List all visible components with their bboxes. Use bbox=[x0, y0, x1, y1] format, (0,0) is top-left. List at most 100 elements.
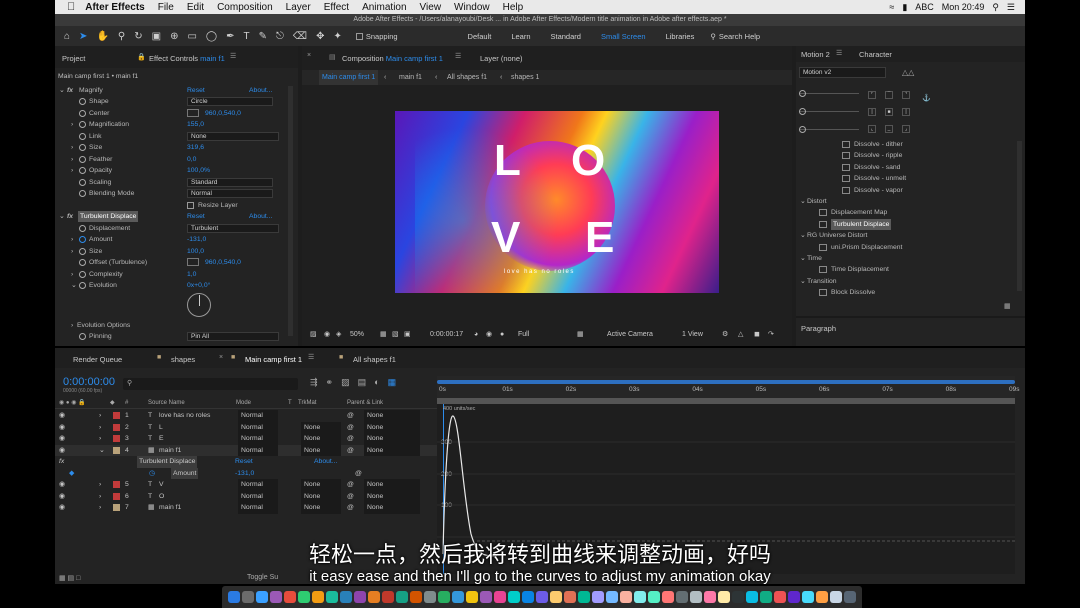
dock-app-icon[interactable] bbox=[396, 591, 408, 603]
selection-tool-icon[interactable]: ➤ bbox=[79, 31, 87, 42]
parent-select[interactable]: None bbox=[364, 490, 420, 502]
dock-app-icon[interactable] bbox=[718, 591, 730, 603]
panel-menu-icon[interactable]: ☰ bbox=[836, 49, 842, 57]
chevron-right-icon[interactable]: › bbox=[99, 422, 101, 434]
effects-group[interactable]: ⌄ Transition bbox=[796, 276, 1016, 287]
parent-select[interactable]: None bbox=[364, 421, 420, 433]
parent-select[interactable]: None bbox=[364, 410, 420, 422]
shape-select[interactable]: Circle bbox=[187, 97, 273, 106]
anchor-right[interactable]: | bbox=[902, 108, 910, 116]
anchor-tool-icon[interactable]: ⚓ bbox=[922, 94, 931, 102]
visibility-icon[interactable]: ◉ bbox=[59, 433, 65, 445]
dock-app-icon[interactable] bbox=[522, 591, 534, 603]
search-help[interactable]: ⚲ Search Help bbox=[710, 32, 760, 41]
pan-behind-tool-icon[interactable]: ⊕ bbox=[170, 31, 178, 42]
chevron-right-icon[interactable]: › bbox=[71, 165, 73, 176]
col-trkmat[interactable]: TrkMat bbox=[298, 398, 316, 409]
dock-app-icon[interactable] bbox=[480, 591, 492, 603]
chevron-right-icon[interactable]: › bbox=[71, 119, 73, 130]
mask-toggle-icon[interactable]: ◉ bbox=[324, 328, 330, 342]
dock-app-icon[interactable] bbox=[312, 591, 324, 603]
stopwatch-icon[interactable] bbox=[79, 333, 86, 340]
layer-search-input[interactable]: ⚲ bbox=[123, 378, 298, 390]
graph-editor-icon[interactable]: ▦ bbox=[388, 377, 405, 387]
brush-tool-icon[interactable]: ✎ bbox=[259, 31, 267, 42]
menu-view[interactable]: View bbox=[420, 2, 442, 13]
workspace-libraries[interactable]: Libraries bbox=[666, 32, 695, 41]
turbulent-name[interactable]: Turbulent Displace bbox=[78, 211, 139, 222]
pickwhip-icon[interactable]: @ bbox=[347, 502, 354, 514]
menu-animation[interactable]: Animation bbox=[362, 2, 406, 13]
tab-render-queue[interactable]: Render Queue bbox=[73, 355, 122, 364]
menu-edit[interactable]: Edit bbox=[187, 2, 204, 13]
panel-menu-icon[interactable]: ☰ bbox=[308, 353, 314, 361]
visibility-icon[interactable]: ◉ bbox=[59, 445, 65, 457]
snapping-checkbox[interactable] bbox=[355, 32, 363, 40]
layer-color-label[interactable] bbox=[113, 412, 120, 419]
dock-app-icon[interactable] bbox=[774, 591, 786, 603]
effects-list-item[interactable]: Dissolve - vapor bbox=[796, 185, 1016, 196]
menu-app-name[interactable]: After Effects bbox=[85, 2, 144, 13]
layer-color-label[interactable] bbox=[113, 446, 120, 454]
roto-brush-icon[interactable]: ✥ bbox=[316, 31, 324, 42]
dock-app-icon[interactable] bbox=[536, 591, 548, 603]
slider-knob[interactable] bbox=[799, 108, 806, 115]
layer-name[interactable]: L bbox=[159, 422, 163, 434]
zoom-select[interactable]: 50% bbox=[350, 328, 364, 342]
effects-list-item[interactable]: Time Displacement bbox=[796, 264, 1016, 275]
input-source[interactable]: ABC bbox=[915, 2, 934, 12]
chevron-right-icon[interactable]: › bbox=[99, 502, 101, 514]
anchor-bottom[interactable]: _ bbox=[885, 125, 893, 133]
blend-mode-select[interactable]: Normal bbox=[238, 410, 278, 422]
effects-list-item[interactable]: Dissolve - sand bbox=[796, 162, 1016, 173]
dock-app-icon[interactable] bbox=[788, 591, 800, 603]
visibility-icon[interactable]: ◉ bbox=[59, 491, 65, 503]
effects-list-item[interactable]: uni.Prism Displacement bbox=[796, 242, 1016, 253]
draft-3d-icon[interactable]: ⚭ bbox=[326, 377, 342, 387]
dock-app-icon[interactable] bbox=[508, 591, 520, 603]
effect-name[interactable]: Turbulent Displace bbox=[137, 456, 198, 468]
layer-name[interactable]: main f1 bbox=[159, 445, 181, 457]
wifi-icon[interactable]: ≈ bbox=[889, 2, 894, 12]
stopwatch-icon[interactable] bbox=[79, 167, 86, 174]
always-preview-icon[interactable]: ▨ bbox=[310, 328, 317, 342]
lock-icon[interactable]: 🔒 bbox=[137, 53, 146, 61]
stopwatch-icon[interactable] bbox=[79, 109, 86, 117]
expression-pickwhip-icon[interactable]: @ bbox=[355, 468, 362, 480]
dock-app-icon[interactable] bbox=[494, 591, 506, 603]
col-source[interactable]: Source Name bbox=[148, 398, 185, 409]
blending-mode-select[interactable]: Normal bbox=[187, 189, 273, 198]
tab-all-shapes[interactable]: All shapes f1 bbox=[353, 355, 396, 364]
dock-app-icon[interactable] bbox=[340, 591, 352, 603]
dock-app-icon[interactable] bbox=[634, 591, 646, 603]
chevron-right-icon[interactable]: › bbox=[99, 491, 101, 503]
layer-color-label[interactable] bbox=[113, 481, 120, 488]
dock-app-icon[interactable] bbox=[802, 591, 814, 603]
complexity-value[interactable]: 1,0 bbox=[187, 269, 196, 280]
workspace-learn[interactable]: Learn bbox=[511, 32, 530, 41]
visibility-icon[interactable]: ◉ bbox=[59, 410, 65, 422]
stopwatch-icon[interactable] bbox=[79, 132, 86, 140]
hand-tool-icon[interactable]: ✋ bbox=[96, 31, 108, 42]
dock-app-icon[interactable] bbox=[564, 591, 576, 603]
tab-main-camp[interactable]: Main camp first 1 bbox=[245, 355, 302, 364]
breadcrumb-item[interactable]: All shapes f1 bbox=[447, 70, 487, 85]
region-icon[interactable]: ▣ bbox=[404, 328, 411, 342]
crosshair-icon[interactable] bbox=[187, 108, 199, 117]
dock-app-icon[interactable] bbox=[662, 591, 674, 603]
dock-app-icon[interactable] bbox=[830, 591, 842, 603]
blend-mode-select[interactable]: Normal bbox=[238, 433, 278, 445]
stopwatch-icon[interactable] bbox=[79, 259, 86, 266]
dock-app-icon[interactable] bbox=[466, 591, 478, 603]
stopwatch-active-icon[interactable] bbox=[79, 236, 86, 243]
evolution-dial[interactable] bbox=[187, 293, 211, 317]
dock-app-icon[interactable] bbox=[816, 591, 828, 603]
fx-icon[interactable]: fx bbox=[59, 456, 64, 468]
dock-app-icon[interactable] bbox=[242, 591, 254, 603]
trkmat-select[interactable]: None bbox=[301, 479, 341, 491]
workspace-small-screen[interactable]: Small Screen bbox=[601, 32, 646, 41]
shy-icon[interactable]: ▨ bbox=[341, 377, 358, 387]
channel-icon[interactable]: ◈ bbox=[336, 328, 341, 342]
close-icon[interactable]: × bbox=[307, 52, 311, 59]
layer-name[interactable]: O bbox=[159, 491, 164, 503]
